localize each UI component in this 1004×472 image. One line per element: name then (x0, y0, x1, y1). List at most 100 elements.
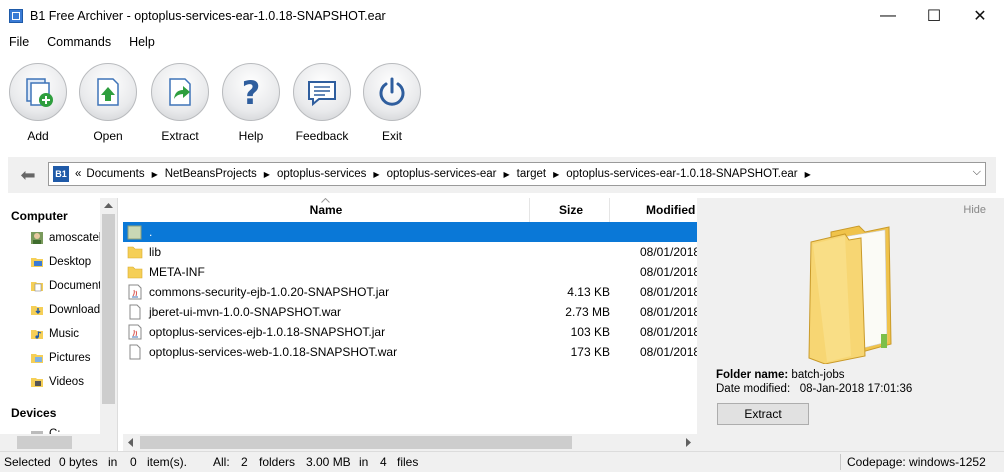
feedback-button[interactable]: Feedback (286, 63, 358, 143)
table-row[interactable]: lib 08/01/2018 (123, 242, 697, 262)
sidebar-vertical-scrollbar[interactable] (100, 198, 117, 451)
folder-icon (127, 246, 143, 259)
crumb-ear-file[interactable]: optoplus-services-ear-1.0.18-SNAPSHOT.ea… (561, 168, 802, 180)
toolbar: Add Open Extract ? Help Feedback Exit (0, 57, 1004, 153)
sidebar-item-label: Music (49, 328, 80, 340)
status-all-folders: 2 (241, 455, 248, 469)
sidebar-item-pictures[interactable]: Pictures (30, 351, 91, 365)
crumb-separator-icon[interactable]: ▶ (150, 170, 160, 179)
extract-toolbar-label: Extract (161, 129, 199, 143)
add-button[interactable]: Add (2, 63, 74, 143)
crumb-separator-icon[interactable]: ▶ (551, 170, 561, 179)
open-button[interactable]: Open (72, 63, 144, 143)
table-row[interactable]: optoplus-services-ejb-1.0.18-SNAPSHOT.ja… (123, 322, 697, 342)
file-list: Name Size Modified . lib 08/01/2018 META… (123, 198, 697, 451)
table-row[interactable]: optoplus-services-web-1.0.18-SNAPSHOT.wa… (123, 342, 697, 362)
exit-button[interactable]: Exit (356, 63, 428, 143)
sidebar-item-label: Downloads (49, 304, 106, 316)
help-button[interactable]: ? Help (215, 63, 287, 143)
sidebar-item-desktop[interactable]: Desktop (30, 255, 91, 269)
table-row[interactable]: jberet-ui-mvn-1.0.0-SNAPSHOT.war 2.73 MB… (123, 302, 697, 322)
sidebar-item-label: Videos (49, 376, 84, 388)
back-button[interactable]: ⬅ (16, 165, 40, 185)
sidebar-item-label: Desktop (49, 256, 92, 268)
chevron-down-icon[interactable]: ⌵ (973, 166, 981, 179)
exit-label: Exit (381, 129, 402, 143)
file-name: META-INF (149, 265, 205, 279)
address-bar: ⬅ B1 « Documents ▶ NetBeansProjects ▶ op… (8, 157, 996, 193)
file-modified: 08/01/2018 (640, 245, 697, 259)
status-codepage[interactable]: Codepage: windows-1252 (847, 455, 986, 469)
maximize-button[interactable]: ☐ (911, 0, 957, 31)
add-archive-icon (26, 78, 53, 107)
open-archive-icon (97, 78, 119, 106)
crumb-separator-icon[interactable]: ▶ (371, 170, 381, 179)
window-title: B1 Free Archiver - optoplus-services-ear… (30, 8, 386, 23)
status-all-label: All: (213, 455, 230, 469)
crumb-documents[interactable]: Documents (81, 168, 149, 180)
crumb-target[interactable]: target (512, 168, 551, 180)
svg-text:?: ? (242, 75, 261, 109)
crumb-separator-icon[interactable]: ▶ (262, 170, 272, 179)
date-modified-value: 08-Jan-2018 17:01:36 (799, 383, 913, 395)
sidebar-computer-header: Computer (11, 209, 68, 223)
minimize-icon: — (880, 6, 896, 24)
sidebar-item-videos[interactable]: Videos (30, 375, 84, 389)
extract-toolbar-button[interactable]: Extract (144, 63, 216, 143)
extract-button[interactable]: Extract (717, 403, 809, 425)
sidebar-item-documents[interactable]: Documents (30, 279, 107, 293)
sidebar-scroll-thumb[interactable] (102, 214, 115, 404)
title-bar: B1 Free Archiver - optoplus-services-ear… (0, 0, 1004, 31)
sidebar-item-downloads[interactable]: Downloads (30, 303, 106, 317)
scroll-right-icon (686, 438, 691, 447)
desktop-folder-icon (31, 258, 43, 267)
file-modified: 08/01/2018 (640, 345, 697, 359)
file-list-horizontal-scrollbar[interactable] (123, 434, 697, 451)
minimize-button[interactable]: — (865, 0, 911, 31)
table-row[interactable]: META-INF 08/01/2018 (123, 262, 697, 282)
file-size: 4.13 KB (567, 285, 610, 299)
table-row[interactable]: commons-security-ejb-1.0.20-SNAPSHOT.jar… (123, 282, 697, 302)
crumb-separator-icon[interactable]: ▶ (803, 170, 813, 179)
back-arrow-icon: ⬅ (20, 164, 36, 185)
sidebar-horizontal-scrollbar[interactable] (0, 434, 100, 451)
file-list-scroll-thumb[interactable] (140, 436, 572, 449)
sidebar: Computer amoscatell Desktop Documents Do… (0, 198, 118, 451)
hide-preview-link[interactable]: Hide (963, 204, 986, 216)
sidebar-item-music[interactable]: Music (30, 327, 79, 341)
downloads-folder-icon (31, 306, 43, 315)
file-modified: 08/01/2018 (640, 285, 697, 299)
table-row[interactable]: . (123, 222, 697, 242)
crumb-optoplus-services-ear[interactable]: optoplus-services-ear (382, 168, 502, 180)
crumb-netbeansprojects[interactable]: NetBeansProjects (160, 168, 262, 180)
column-name[interactable]: Name (123, 198, 530, 222)
column-size-label: Size (559, 203, 584, 217)
sidebar-item-user[interactable]: amoscatell (30, 231, 104, 245)
breadcrumb[interactable]: B1 « Documents ▶ NetBeansProjects ▶ opto… (48, 162, 986, 186)
crumb-optoplus-services[interactable]: optoplus-services (272, 168, 371, 180)
file-name: lib (149, 245, 162, 259)
menu-help[interactable]: Help (120, 35, 164, 49)
documents-folder-icon (31, 282, 43, 292)
file-name: optoplus-services-web-1.0.18-SNAPSHOT.wa… (149, 345, 398, 359)
file-modified: 08/01/2018 (640, 265, 697, 279)
sidebar-devices-header: Devices (11, 406, 57, 420)
close-button[interactable]: ✕ (957, 0, 1003, 31)
sidebar-hscroll-thumb[interactable] (17, 436, 72, 449)
crumb-separator-icon[interactable]: ▶ (502, 170, 512, 179)
sidebar-item-label: Pictures (49, 352, 91, 364)
status-bar: Selected 0 bytes in 0 item(s). All: 2 fo… (0, 451, 1004, 472)
column-modified[interactable]: Modified (611, 198, 697, 222)
preview-pane: Hide Folder name: batch-jobs Date modifi… (697, 198, 1004, 451)
large-folder-icon (808, 225, 892, 364)
menu-file[interactable]: File (0, 35, 38, 49)
status-items-word: item(s). (147, 455, 187, 469)
column-size[interactable]: Size (531, 198, 610, 222)
music-folder-icon (31, 330, 43, 339)
status-files-word: files (397, 455, 419, 469)
file-modified (640, 222, 697, 242)
menu-commands[interactable]: Commands (38, 35, 120, 49)
menu-bar: File Commands Help (0, 31, 1004, 53)
b1-badge: B1 (53, 166, 69, 182)
file-size (532, 262, 610, 282)
